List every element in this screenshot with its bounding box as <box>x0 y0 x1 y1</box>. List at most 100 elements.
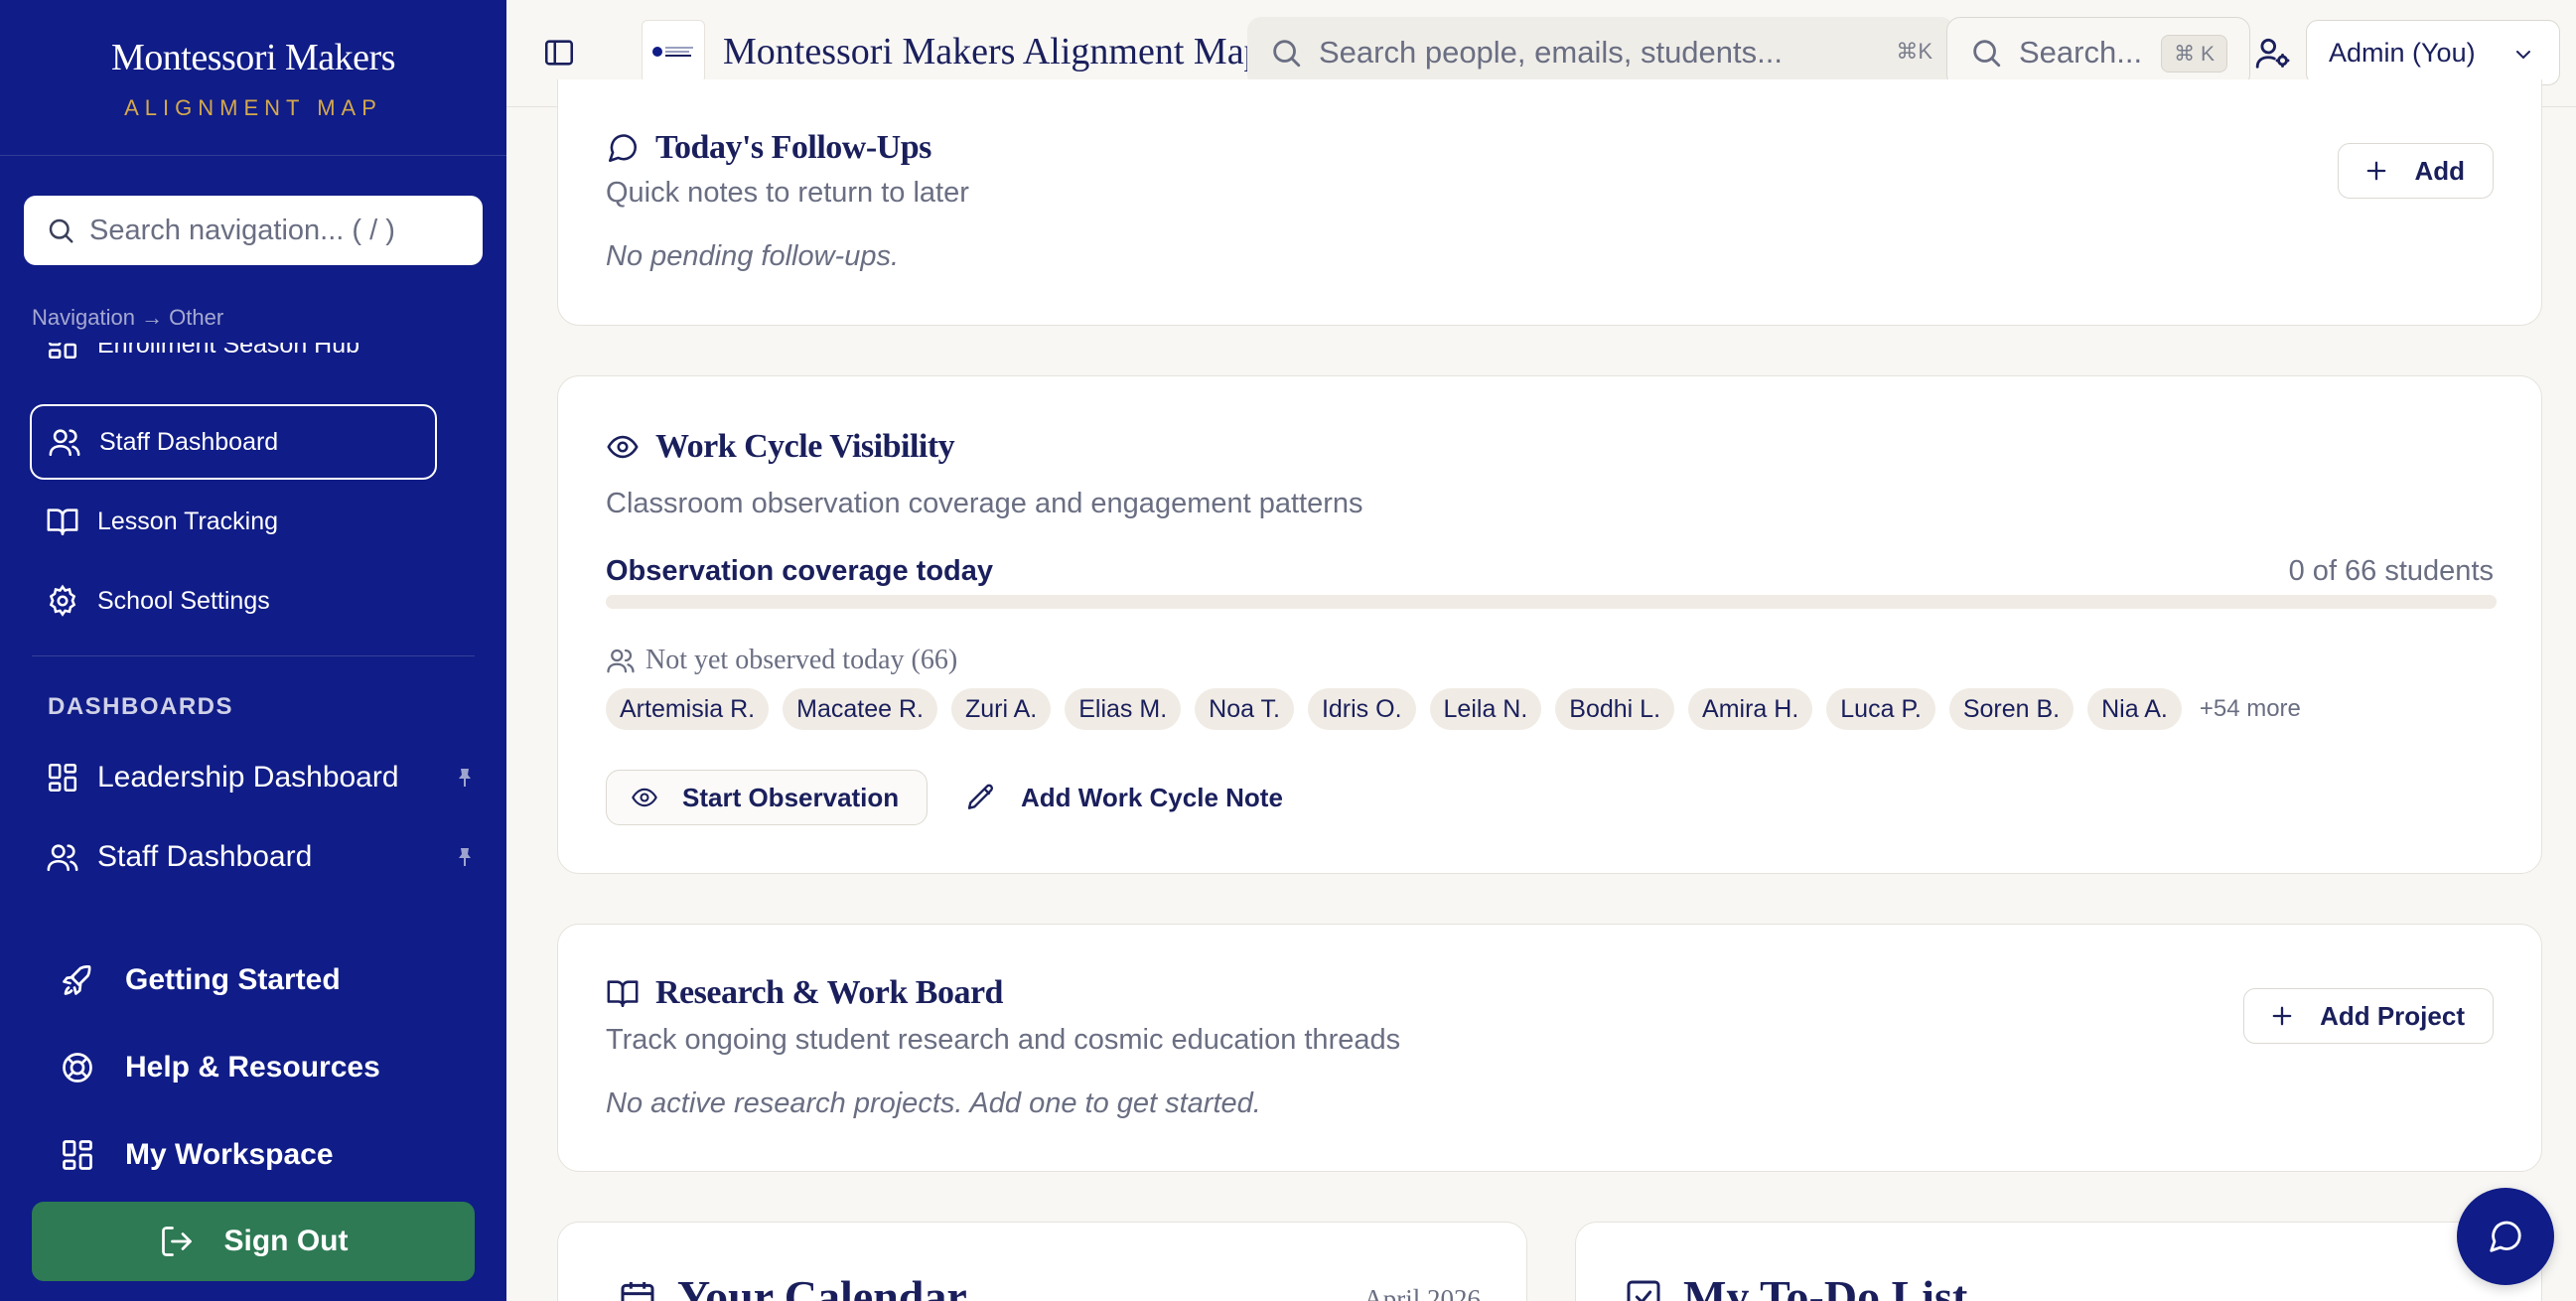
quick-search-button[interactable]: Search... ⌘ K <box>1946 17 2250 88</box>
users-icon <box>47 844 78 872</box>
nav-item-label: Enrollment Season Hub <box>97 343 360 359</box>
work-cycle-subtitle: Classroom observation coverage and engag… <box>606 488 1363 519</box>
footer-item-my-workspace[interactable]: My Workspace <box>60 1120 477 1190</box>
sign-out-button[interactable]: Sign Out <box>32 1202 475 1281</box>
coverage-progress-bar <box>606 595 2497 609</box>
student-chip[interactable]: Elias M. <box>1065 688 1182 730</box>
more-students-link[interactable]: +54 more <box>2200 695 2301 723</box>
student-chip-list: Artemisia R. Macatee R. Zuri A. Elias M.… <box>606 688 2301 730</box>
layout-grid-icon <box>48 763 77 793</box>
message-circle-icon <box>2490 1221 2521 1252</box>
chevron-down-icon <box>2516 51 2530 60</box>
todo-title-text: My To-Do List <box>1683 1271 1968 1301</box>
research-subtitle: Track ongoing student research and cosmi… <box>606 1024 1401 1056</box>
pin-icon[interactable] <box>453 844 477 870</box>
footer-item-help-resources[interactable]: Help & Resources <box>60 1033 477 1102</box>
todo-card: My To-Do List <box>1575 1222 2542 1301</box>
add-followup-button[interactable]: Add <box>2338 143 2494 199</box>
followups-card: Today's Follow-Ups Quick notes to return… <box>557 79 2542 326</box>
add-project-button[interactable]: Add Project <box>2243 988 2494 1044</box>
user-select[interactable]: Admin (You) <box>2306 20 2560 85</box>
global-search-input[interactable] <box>1319 35 1875 71</box>
pin-icon[interactable] <box>453 765 477 791</box>
users-icon <box>607 649 635 673</box>
nav-item-label: Staff Dashboard <box>99 427 279 456</box>
layout-grid-icon <box>48 343 77 360</box>
coverage-label: Observation coverage today <box>606 555 994 587</box>
calendar-title: Your Calendar <box>618 1270 967 1301</box>
plus-icon <box>2272 1006 2292 1026</box>
student-chip[interactable]: Luca P. <box>1826 688 1935 730</box>
chat-button[interactable] <box>2457 1188 2554 1285</box>
student-chip[interactable]: Zuri A. <box>950 688 1052 730</box>
global-search[interactable]: ⌘K <box>1247 17 1954 88</box>
footer-item-label: My Workspace <box>125 1138 334 1171</box>
sidebar-toggle-icon[interactable] <box>542 36 576 70</box>
calendar-month: April 2026 <box>1363 1284 1481 1301</box>
research-card: Research & Work Board Track ongoing stud… <box>557 924 2542 1172</box>
brand-title: Montessori Makers <box>111 37 395 78</box>
student-chip[interactable]: Noa T. <box>1195 688 1294 730</box>
book-open-icon <box>47 508 78 536</box>
quick-search-label: Search... <box>2019 35 2143 70</box>
eye-icon <box>632 788 657 807</box>
nav-item-label: Lesson Tracking <box>97 506 279 535</box>
eye-icon <box>607 435 639 459</box>
nav-breadcrumb: Navigation → Other <box>32 305 224 330</box>
followups-title: Today's Follow-Ups <box>606 129 931 167</box>
work-cycle-card: Work Cycle Visibility Classroom observat… <box>557 375 2542 874</box>
check-square-icon <box>1627 1280 1660 1301</box>
start-observation-label: Start Observation <box>682 782 900 812</box>
not-observed-label: Not yet observed today (66) <box>645 645 958 675</box>
nav-item-staff-dashboard[interactable]: Staff Dashboard <box>30 404 437 480</box>
dashboards-heading: DASHBOARDS <box>48 693 234 720</box>
add-work-cycle-note-label: Add Work Cycle Note <box>1021 782 1283 812</box>
nav-search[interactable] <box>24 196 483 265</box>
todo-title: My To-Do List <box>1624 1270 1967 1301</box>
rocket-icon <box>63 965 91 995</box>
nav-item-enrollment-season-hub[interactable]: Enrollment Season Hub <box>30 343 437 382</box>
brand: Montessori Makers ALIGNMENT MAP <box>0 36 506 121</box>
dashboard-item-label: Leadership Dashboard <box>97 761 399 794</box>
sidebar: Montessori Makers ALIGNMENT MAP Navigati… <box>0 0 506 1301</box>
nav-item-label: School Settings <box>97 586 270 615</box>
footer-item-label: Getting Started <box>125 963 341 996</box>
log-out-icon <box>161 1227 192 1256</box>
student-chip[interactable]: Nia A. <box>2087 688 2182 730</box>
add-project-label: Add Project <box>2320 1000 2465 1031</box>
calendar-title-text: Your Calendar <box>677 1271 967 1301</box>
footer-item-getting-started[interactable]: Getting Started <box>60 945 477 1015</box>
user-settings-icon[interactable] <box>2254 34 2292 72</box>
brand-divider <box>0 155 506 156</box>
nav-item-lesson-tracking[interactable]: Lesson Tracking <box>30 484 437 559</box>
followups-title-text: Today's Follow-Ups <box>655 129 931 166</box>
nav-item-school-settings[interactable]: School Settings <box>30 563 437 639</box>
dashboard-item-staff[interactable]: Staff Dashboard <box>30 822 477 892</box>
followups-empty: No pending follow-ups. <box>606 240 900 272</box>
student-chip[interactable]: Leila N. <box>1429 688 1542 730</box>
student-chip[interactable]: Amira H. <box>1688 688 1813 730</box>
calendar-card: Your Calendar April 2026 <box>557 1222 1527 1301</box>
start-observation-button[interactable]: Start Observation <box>606 770 929 825</box>
nav-search-input[interactable] <box>89 214 467 247</box>
work-cycle-title-text: Work Cycle Visibility <box>655 428 955 465</box>
book-open-icon <box>607 980 639 1008</box>
sidebar-divider <box>32 655 475 656</box>
footer-item-label: Help & Resources <box>125 1051 380 1084</box>
student-chip[interactable]: Idris O. <box>1307 688 1416 730</box>
app-title: Montessori Makers Alignment Map <box>723 31 1263 72</box>
sign-out-label: Sign Out <box>223 1225 349 1257</box>
message-circle-icon <box>608 134 638 163</box>
work-cycle-title: Work Cycle Visibility <box>606 428 955 466</box>
student-chip[interactable]: Bodhi L. <box>1555 688 1675 730</box>
student-chip[interactable]: Macatee R. <box>783 688 937 730</box>
student-chip[interactable]: Artemisia R. <box>606 688 770 730</box>
research-empty: No active research projects. Add one to … <box>606 1087 1261 1119</box>
add-work-cycle-note-button[interactable]: Add Work Cycle Note <box>965 770 1283 825</box>
research-title: Research & Work Board <box>606 974 1003 1012</box>
student-chip[interactable]: Soren B. <box>1948 688 2075 730</box>
dashboard-item-leadership[interactable]: Leadership Dashboard <box>30 743 477 812</box>
users-icon <box>49 429 80 457</box>
search-shortcut: ⌘K <box>1896 39 1932 64</box>
nav-list: Enrollment Season Hub Staff Dashboard Le… <box>0 343 506 646</box>
